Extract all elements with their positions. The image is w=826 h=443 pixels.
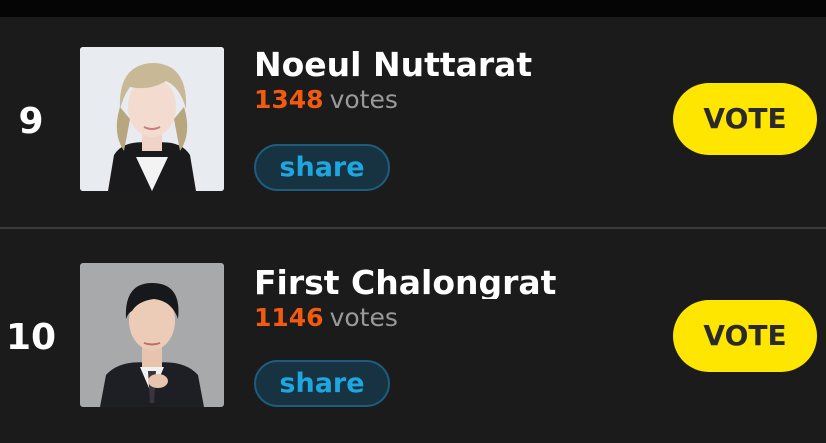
vote-count: 1348	[254, 85, 324, 114]
vote-tally: 1146 votes	[254, 303, 556, 333]
portrait-photo-icon	[80, 47, 224, 191]
portrait-photo-icon	[80, 263, 224, 407]
contestant-name: First Chalongrat	[254, 263, 557, 299]
vote-count: 1146	[254, 303, 324, 332]
rank-number: 10	[5, 317, 57, 358]
ranking-row: 10 First Chalongrat 1146 votes share VOTE	[0, 229, 826, 443]
vote-tally: 1348 votes	[254, 85, 532, 115]
votes-unit: votes	[329, 85, 398, 114]
ranking-row: 9 Noeul Nuttarat 1348 votes share VOTE	[0, 17, 826, 227]
share-button[interactable]: share	[254, 360, 390, 407]
ranking-list: 9 Noeul Nuttarat 1348 votes share VOTE 1…	[0, 17, 826, 443]
rank-number: 9	[18, 101, 44, 142]
contestant-name: Noeul Nuttarat	[254, 45, 533, 84]
entry-info: First Chalongrat 1146 votes	[254, 261, 556, 333]
votes-unit: votes	[329, 303, 398, 332]
avatar[interactable]	[80, 263, 224, 407]
vote-button[interactable]: VOTE	[673, 83, 817, 155]
share-button[interactable]: share	[254, 144, 390, 191]
avatar[interactable]	[80, 47, 224, 191]
top-bar	[0, 0, 826, 17]
entry-info: Noeul Nuttarat 1348 votes	[254, 43, 532, 115]
vote-button[interactable]: VOTE	[673, 300, 817, 372]
